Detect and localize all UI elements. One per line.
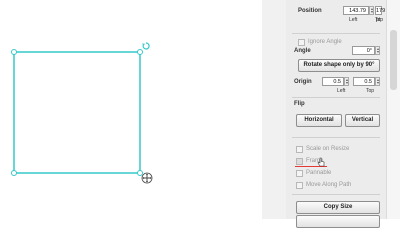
move-along-path-checkbox[interactable]	[296, 182, 303, 189]
pannable-checkbox[interactable]	[296, 170, 303, 177]
move-along-path-label: Move Along Path	[306, 182, 352, 188]
copy-size-button[interactable]: Copy Size	[296, 201, 380, 214]
origin-label: Origin	[294, 79, 312, 85]
divider	[292, 194, 380, 195]
resize-handle-bottom-left[interactable]	[11, 170, 17, 176]
flip-label: Flip	[294, 101, 305, 107]
divider	[292, 137, 380, 138]
rotate-handle-icon[interactable]	[141, 41, 151, 51]
scale-on-resize-checkbox[interactable]	[296, 146, 303, 153]
position-top-label: Top	[375, 17, 384, 23]
origin-top-label: Top	[366, 88, 375, 94]
origin-top-input[interactable]: 0.5	[353, 77, 375, 86]
shape-outline	[13, 51, 141, 174]
angle-input[interactable]: 0°	[352, 46, 375, 55]
origin-left-input[interactable]: 0.5	[322, 77, 344, 86]
position-x-spinner[interactable]	[369, 6, 374, 15]
origin-top-spinner[interactable]	[375, 77, 380, 86]
position-label: Position	[298, 8, 322, 14]
ignore-angle-label: Ignore Angle	[308, 39, 342, 45]
hand-cursor-icon	[317, 157, 325, 167]
angle-label: Angle	[294, 48, 311, 54]
divider	[292, 97, 380, 98]
position-left-label: Left	[349, 17, 358, 23]
angle-spinner[interactable]	[375, 46, 380, 55]
flip-horizontal-button[interactable]: Horizontal	[296, 114, 342, 127]
divider	[292, 33, 380, 34]
scale-on-resize-label: Scale on Resize	[306, 146, 350, 152]
panel-gutter	[262, 0, 286, 219]
origin-left-spinner[interactable]	[344, 77, 349, 86]
drawing-canvas[interactable]	[0, 0, 272, 219]
format-panel: Position 143.79 179 pt Left Top Ignore A…	[286, 0, 386, 228]
frame-checkbox[interactable]	[296, 158, 303, 165]
scrollbar-thumb[interactable]	[390, 30, 397, 90]
next-button-partial[interactable]	[296, 215, 380, 228]
ignore-angle-checkbox[interactable]	[298, 39, 305, 46]
resize-handle-top-left[interactable]	[11, 49, 17, 55]
pannable-label: Pannable	[306, 170, 332, 176]
origin-left-label: Left	[337, 88, 346, 94]
move-cursor-icon	[141, 172, 153, 184]
vertical-scrollbar[interactable]	[386, 0, 400, 219]
position-y-input[interactable]: 179 pt	[375, 6, 385, 23]
flip-vertical-button[interactable]: Vertical	[345, 114, 380, 127]
selected-shape[interactable]	[0, 0, 272, 219]
rotate-90-button[interactable]: Rotate shape only by 90°	[298, 59, 380, 72]
position-x-input[interactable]: 143.79	[343, 6, 369, 15]
